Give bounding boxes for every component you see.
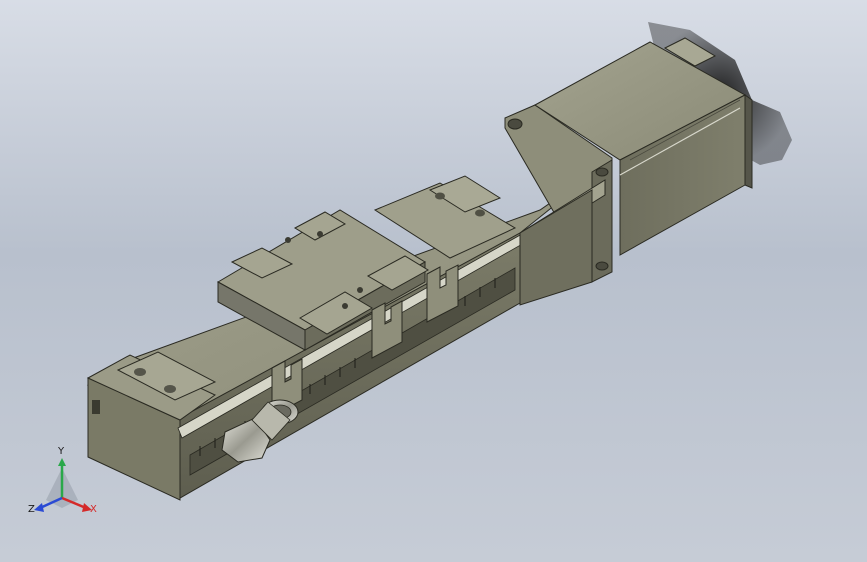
flange-hole	[507, 118, 523, 130]
bolt-hole	[164, 385, 176, 393]
bolt-hole	[435, 192, 445, 200]
screw	[342, 303, 348, 309]
linear-actuator-model[interactable]	[0, 0, 867, 562]
cad-viewport[interactable]: Y X Z	[0, 0, 867, 562]
bolt-hole	[475, 209, 485, 217]
screw	[285, 237, 291, 243]
axis-triad: Y X Z	[26, 446, 106, 528]
flange-hole	[595, 167, 609, 177]
bolt-hole	[134, 368, 146, 376]
z-axis-arrow	[34, 503, 44, 512]
screw	[357, 287, 363, 293]
motor-end-face	[744, 94, 753, 189]
x-axis-label: X	[90, 504, 97, 515]
screw	[317, 231, 323, 237]
y-axis-label: Y	[58, 446, 65, 457]
flange-hole	[595, 261, 609, 271]
end-cap-slot	[92, 400, 100, 414]
y-axis-arrow	[58, 458, 66, 466]
z-axis-label: Z	[28, 504, 35, 515]
triad-graphic	[34, 458, 92, 512]
